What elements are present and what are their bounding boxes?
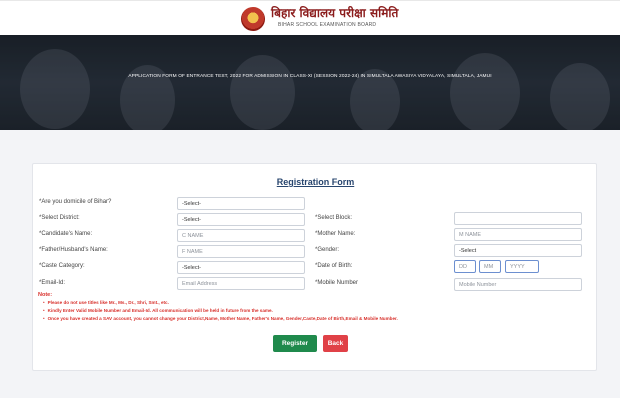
registration-card: Registration Form *Are you domicile of B…: [32, 163, 597, 371]
header-bar: बिहार विद्यालय परीक्षा समिति BIHAR SCHOO…: [0, 0, 620, 35]
caste-label: *Caste Category:: [39, 263, 85, 269]
district-select[interactable]: -Select-: [177, 213, 305, 226]
dob-month-input[interactable]: MM: [479, 260, 501, 273]
brand-title-english: BIHAR SCHOOL EXAMINATION BOARD: [278, 22, 377, 28]
brand-title-hindi: बिहार विद्यालय परीक्षा समिति: [271, 6, 399, 20]
candidate-name-label: *Candidate's Name:: [39, 231, 93, 237]
note-item: Once you have created a SAV account, you…: [43, 316, 398, 321]
banner-text: APPLICATION FORM OF ENTRANCE TEST, 2022 …: [128, 74, 492, 79]
bseb-emblem-icon: [241, 7, 265, 31]
father-name-input[interactable]: F NAME: [177, 245, 305, 258]
district-label: *Select District:: [39, 215, 80, 221]
dob-day-input[interactable]: DD: [454, 260, 476, 273]
register-button[interactable]: Register: [273, 335, 317, 352]
candidate-name-input[interactable]: C NAME: [177, 229, 305, 242]
domicile-label: *Are you domicile of Bihar?: [39, 199, 112, 205]
block-select[interactable]: [454, 212, 582, 225]
block-label: *Select Block:: [315, 215, 353, 221]
back-button[interactable]: Back: [323, 335, 348, 352]
mother-name-input[interactable]: M NAME: [454, 228, 582, 241]
mobile-label: *Mobile Number: [315, 280, 359, 286]
dob-label: *Date of Birth:: [315, 263, 353, 269]
email-input[interactable]: Email Address: [177, 277, 305, 290]
note-item: Please do not use titles like Mr., Ms., …: [43, 300, 169, 305]
father-name-label: *Father/Husband's Name:: [39, 247, 108, 253]
gender-select[interactable]: -Select: [454, 244, 582, 257]
caste-select[interactable]: -Select-: [177, 261, 305, 274]
dob-year-input[interactable]: YYYY: [505, 260, 539, 273]
note-item: Kindly Enter Valid Mobile Number and Ema…: [43, 308, 273, 313]
mobile-input[interactable]: Mobile Number: [454, 278, 582, 291]
hero-banner: APPLICATION FORM OF ENTRANCE TEST, 2022 …: [0, 35, 620, 130]
domicile-select[interactable]: -Select-: [177, 197, 305, 210]
email-label: *Email-Id:: [39, 280, 66, 286]
note-title: Note:: [38, 292, 53, 298]
mother-name-label: *Mother Name:: [315, 231, 356, 237]
gender-label: *Gender:: [315, 247, 340, 253]
form-title: Registration Form: [276, 177, 355, 187]
